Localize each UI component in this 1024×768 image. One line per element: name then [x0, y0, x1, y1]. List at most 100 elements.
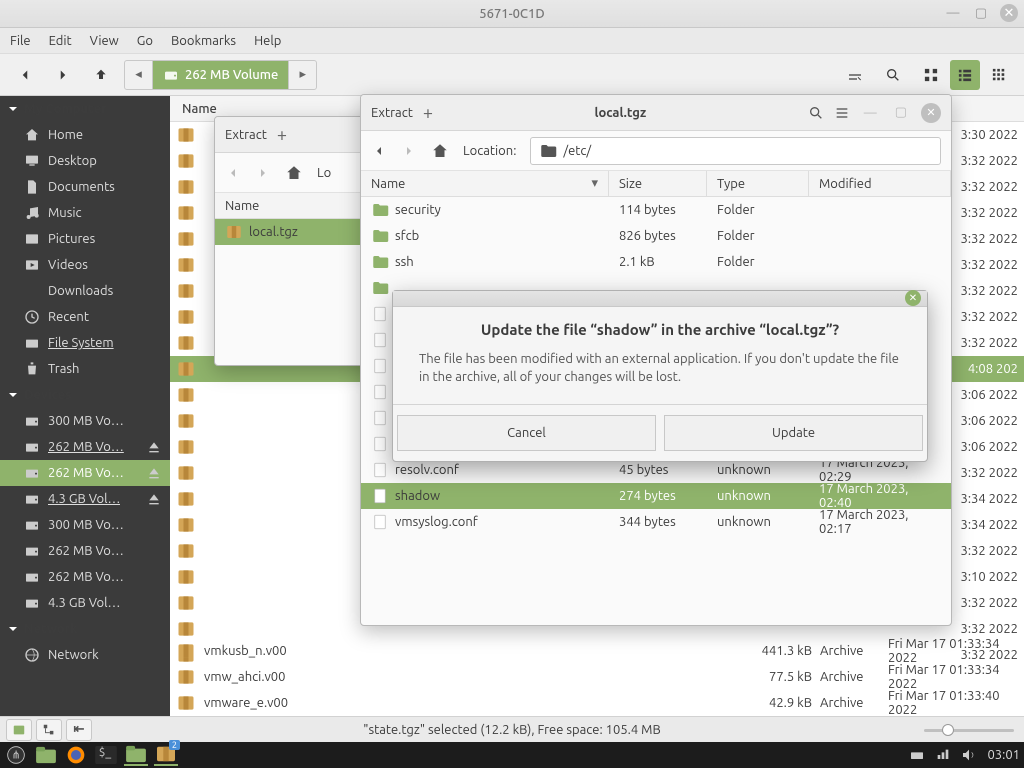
col-modified[interactable]: Modified [819, 177, 872, 191]
archive2-title: local.tgz [443, 106, 798, 120]
dialog-body: The file has been modified with an exter… [419, 350, 901, 386]
col-type[interactable]: Type [717, 177, 745, 191]
menubar: File Edit View Go Bookmarks Help [0, 28, 1024, 54]
back-icon-1[interactable] [225, 165, 241, 181]
archive2-columns: Name▾ Size Type Modified [361, 171, 951, 197]
extract-button-2[interactable]: Extract [371, 106, 413, 120]
sidebar-item-downloads[interactable]: Downloads [0, 278, 170, 304]
sidebar-header-devices[interactable]: Devices [0, 382, 170, 408]
sidebar-item-videos[interactable]: Videos [0, 252, 170, 278]
menu-view[interactable]: View [90, 34, 119, 48]
search-button[interactable] [878, 60, 908, 90]
compact-view-button[interactable] [984, 60, 1014, 90]
archive-row[interactable]: vmsyslog.conf344 bytesunknown17 March 20… [361, 509, 951, 535]
file-row[interactable]: vmware_e.v0042.9 kBArchiveFri Mar 17 01:… [170, 690, 1024, 716]
sidebar-network-item[interactable]: Network [0, 642, 170, 668]
col-size[interactable]: Size [619, 177, 642, 191]
sidebar-device-5[interactable]: 262 MB Vo… [0, 538, 170, 564]
home-icon-2[interactable] [431, 142, 449, 160]
clock[interactable]: 03:01 [987, 748, 1020, 762]
toggle-location-button[interactable] [840, 60, 870, 90]
icon-view-button[interactable] [916, 60, 946, 90]
sidebar-device-3[interactable]: 4.3 GB Vol… [0, 486, 170, 512]
file-row[interactable]: vmkusb_n.v00441.3 kBArchiveFri Mar 17 01… [170, 638, 1024, 664]
menu-bookmarks[interactable]: Bookmarks [171, 34, 236, 48]
home-icon-1[interactable] [285, 164, 303, 182]
add-button-1[interactable]: + [277, 125, 287, 145]
taskbar-firefox[interactable] [64, 744, 88, 766]
archive-row[interactable]: ssh2.1 kBFolder [361, 249, 951, 275]
menu-file[interactable]: File [10, 34, 31, 48]
menu-go[interactable]: Go [137, 34, 153, 48]
sidebar-item-pictures[interactable]: Pictures [0, 226, 170, 252]
dialog-cancel-button[interactable]: Cancel [397, 415, 656, 451]
path-bar: ◂ 262 MB Volume ▸ [124, 60, 317, 90]
sidebar-item-documents[interactable]: Documents [0, 174, 170, 200]
forward-button[interactable] [48, 60, 78, 90]
maximize-button[interactable]: ▢ [972, 4, 990, 22]
start-menu-button[interactable]: ⋔ [4, 744, 28, 766]
menu-icon-2[interactable] [834, 105, 850, 121]
up-button[interactable] [86, 60, 116, 90]
file-row[interactable]: vmw_ahci.v0077.5 kBArchiveFri Mar 17 01:… [170, 664, 1024, 690]
show-places-button[interactable] [6, 719, 32, 741]
taskbar: ⋔ $_ 2 03:01 [0, 742, 1024, 768]
dialog-close-button[interactable]: ✕ [905, 290, 921, 306]
taskbar-terminal[interactable]: $_ [94, 744, 118, 766]
location-input[interactable]: /etc/ [530, 137, 941, 165]
sidebar-device-6[interactable]: 262 MB Vo… [0, 564, 170, 590]
list-view-button[interactable] [950, 60, 980, 90]
sidebar-item-music[interactable]: Music [0, 200, 170, 226]
back-button[interactable] [10, 60, 40, 90]
col-name[interactable]: Name [371, 177, 405, 191]
sidebar-header-network[interactable]: Network [0, 616, 170, 642]
path-prev[interactable]: ◂ [125, 61, 153, 89]
sidebar-item-home[interactable]: Home [0, 122, 170, 148]
sidebar-device-7[interactable]: 4.3 GB Vol… [0, 590, 170, 616]
col-name-1[interactable]: Name [225, 199, 259, 213]
taskbar-files[interactable] [34, 744, 58, 766]
sidebar-item-recent[interactable]: Recent [0, 304, 170, 330]
taskbar-window-archive[interactable]: 2 [154, 744, 178, 766]
back-icon-2[interactable] [371, 143, 387, 159]
path-segment-volume[interactable]: 262 MB Volume [153, 61, 288, 89]
svg-text:⋔: ⋔ [11, 749, 20, 761]
sidebar-device-1[interactable]: 262 MB Vo… [0, 434, 170, 460]
close-button[interactable]: ✕ [1000, 4, 1018, 22]
forward-icon-2[interactable] [401, 143, 417, 159]
extract-button-1[interactable]: Extract [225, 128, 267, 142]
add-button-2[interactable]: + [423, 103, 433, 123]
svg-text:$_: $_ [99, 746, 112, 759]
sidebar-item-file-system[interactable]: File System [0, 330, 170, 356]
sidebar-device-4[interactable]: 300 MB Vo… [0, 512, 170, 538]
menu-help[interactable]: Help [254, 34, 281, 48]
archive-row[interactable]: shadow274 bytesunknown17 March 2023, 02:… [361, 483, 951, 509]
dialog-titlebar[interactable]: ✕ [393, 291, 927, 307]
path-label: 262 MB Volume [185, 68, 278, 82]
tray-volume-icon[interactable] [961, 747, 977, 763]
minimize-button[interactable]: ― [944, 4, 962, 22]
archive-row[interactable]: sfcb826 bytesFolder [361, 223, 951, 249]
forward-icon-1[interactable] [255, 165, 271, 181]
min-button-2[interactable]: ― [860, 106, 881, 120]
show-tree-button[interactable] [36, 719, 62, 741]
location-value: /etc/ [563, 144, 591, 158]
close-sidebar-button[interactable]: ⇤ [66, 719, 92, 741]
close-button-2[interactable]: ✕ [921, 103, 941, 123]
zoom-slider[interactable] [924, 723, 1014, 737]
status-text: "state.tgz" selected (12.2 kB), Free spa… [363, 723, 660, 737]
archive-row[interactable]: security114 bytesFolder [361, 197, 951, 223]
path-next[interactable]: ▸ [288, 61, 316, 89]
sidebar-device-2[interactable]: 262 MB Vo… [0, 460, 170, 486]
menu-edit[interactable]: Edit [49, 34, 72, 48]
search-icon-2[interactable] [808, 105, 824, 121]
sidebar-device-0[interactable]: 300 MB Vo… [0, 408, 170, 434]
taskbar-window-files[interactable] [124, 744, 148, 766]
tray-network-icon[interactable] [935, 747, 951, 763]
sidebar-header-computer[interactable]: My Computer [0, 96, 170, 122]
sidebar-item-desktop[interactable]: Desktop [0, 148, 170, 174]
tray-drive-icon[interactable] [909, 747, 925, 763]
sidebar-item-trash[interactable]: Trash [0, 356, 170, 382]
dialog-update-button[interactable]: Update [664, 415, 923, 451]
max-button-2[interactable]: ▢ [891, 105, 911, 120]
